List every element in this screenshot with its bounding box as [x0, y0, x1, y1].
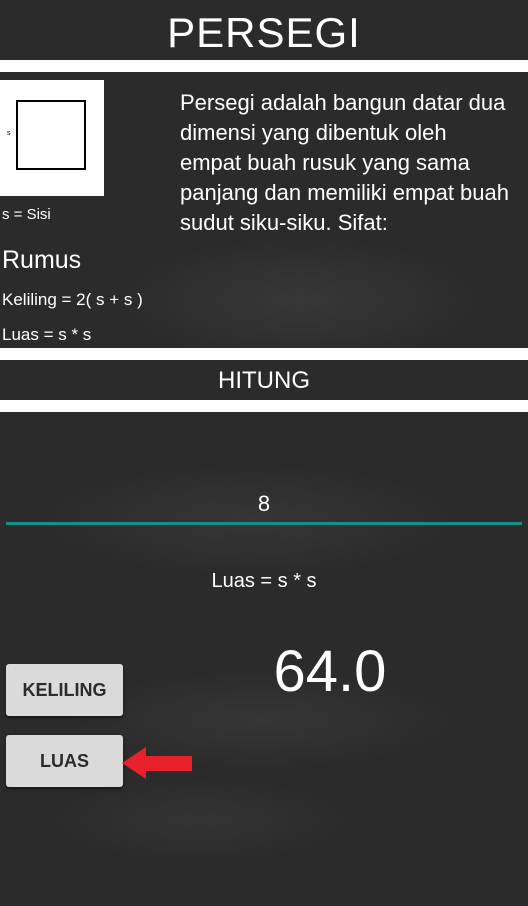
- keliling-button[interactable]: KELILING: [6, 664, 123, 716]
- square-illustration: s: [0, 80, 104, 196]
- red-arrow-icon: [122, 747, 192, 779]
- luas-button[interactable]: LUAS: [6, 735, 123, 787]
- active-formula: Luas = s * s: [211, 570, 317, 592]
- keliling-formula: Keliling = 2( s + s ): [2, 290, 143, 309]
- divider-hitung-bottom: [0, 400, 528, 412]
- divider-top: [0, 60, 528, 72]
- side-legend: s = Sisi: [2, 206, 51, 223]
- input-underline: [6, 522, 522, 525]
- divider-hitung-top: [0, 348, 528, 360]
- description-text[interactable]: Persegi adalah bangun datar dua dimensi …: [180, 88, 510, 278]
- luas-formula: Luas = s * s: [2, 325, 92, 344]
- side-input[interactable]: 8: [6, 488, 522, 522]
- result-value: 64.0: [273, 639, 387, 704]
- page-title: PERSEGI: [167, 9, 361, 56]
- square-shape: [16, 100, 86, 170]
- section-title-hitung: HITUNG: [218, 367, 310, 394]
- side-label: s: [7, 130, 11, 137]
- formula-heading: Rumus: [2, 246, 82, 274]
